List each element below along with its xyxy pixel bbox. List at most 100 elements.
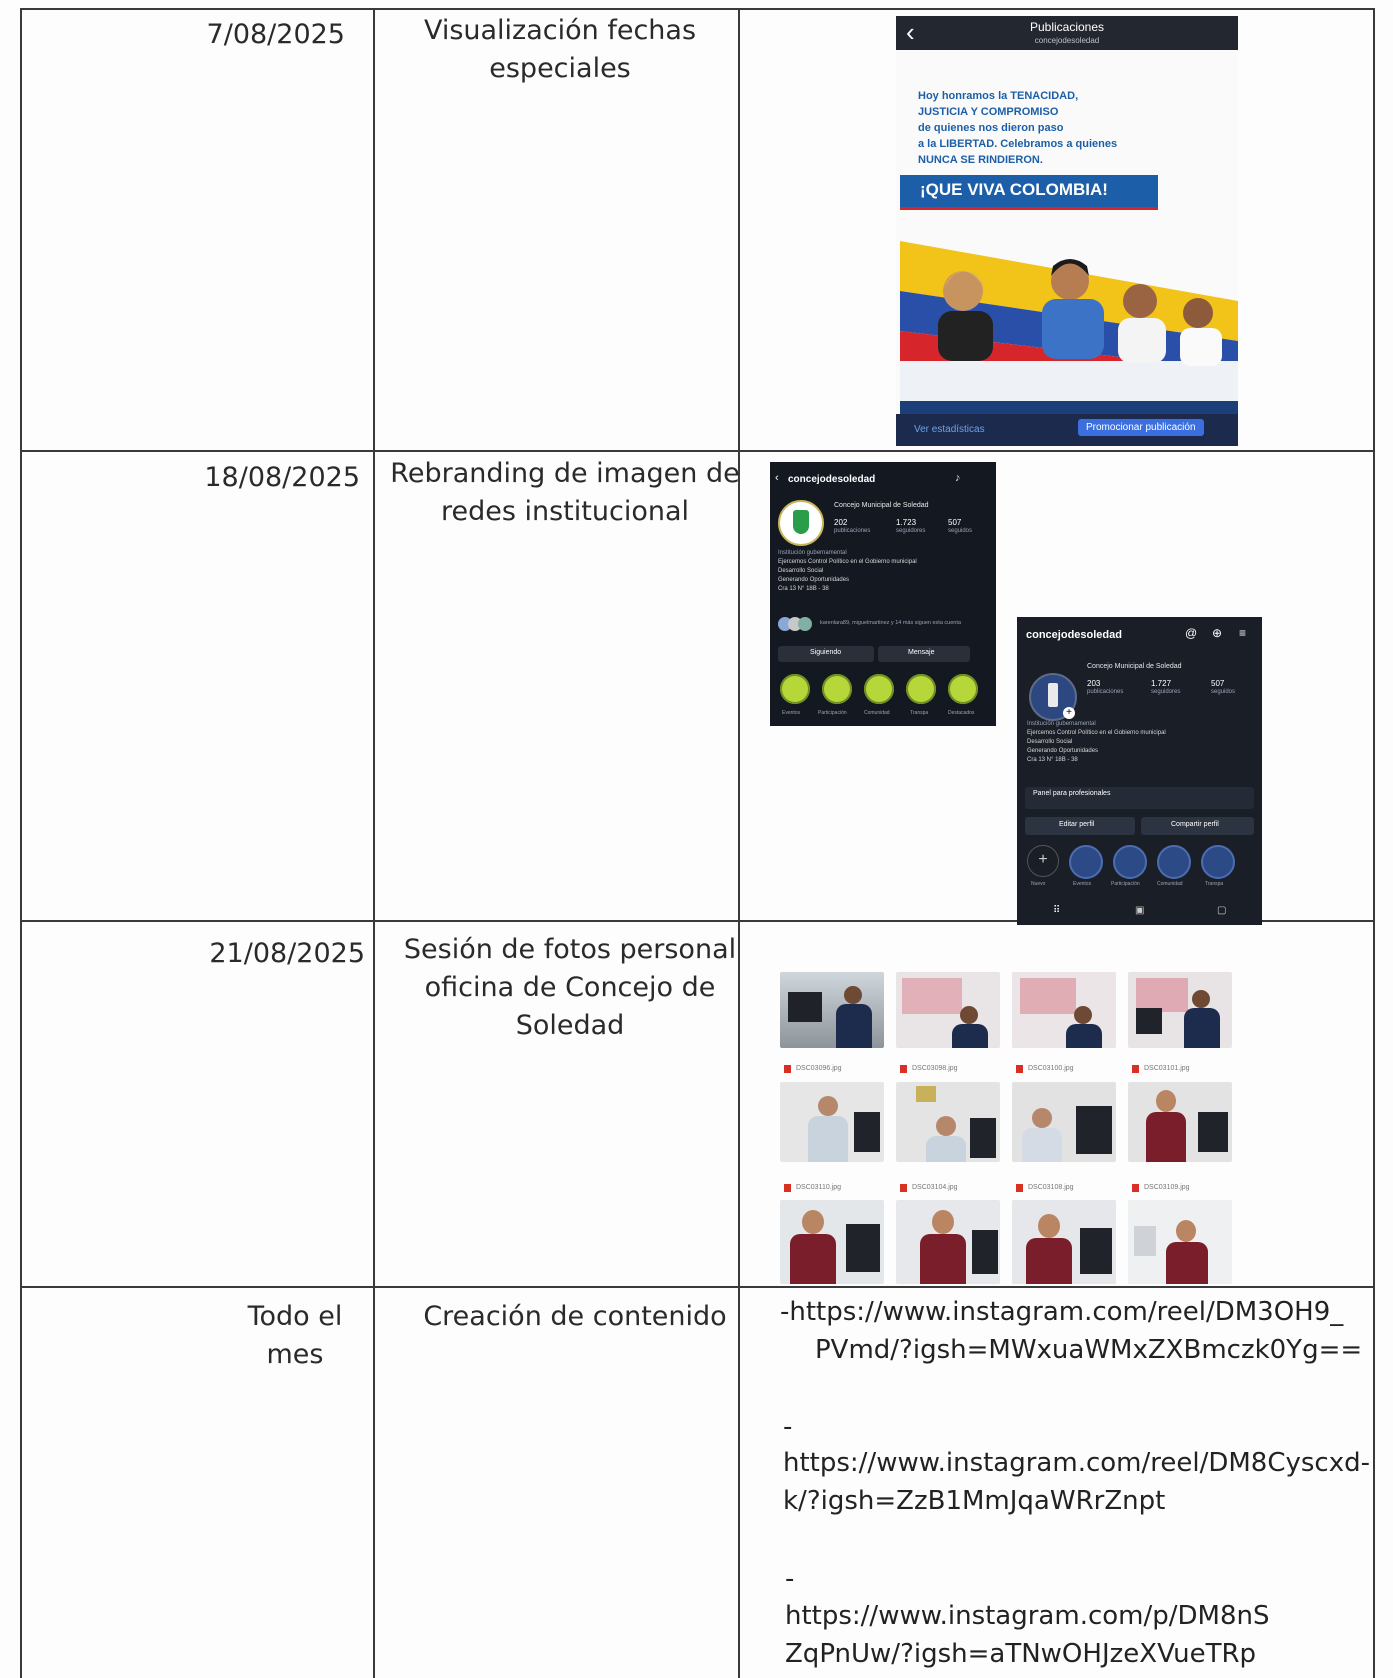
- row-3-desc-line-2: oficina de Concejo de: [424, 972, 716, 1003]
- photo-thumb[interactable]: [1128, 1200, 1232, 1284]
- professional-panel-label: Panel para profesionales: [1033, 790, 1111, 797]
- highlight-2-label: Participación: [818, 710, 847, 716]
- photo-thumb[interactable]: [896, 1200, 1000, 1284]
- highlight-transpa[interactable]: [1201, 845, 1235, 879]
- highlight-1-label: Eventos: [782, 710, 801, 716]
- highlight-4-label: Transpa: [910, 710, 929, 716]
- row-3-date: 21/08/2025: [209, 938, 365, 969]
- photo-thumb[interactable]: [1012, 972, 1116, 1048]
- row-2-desc-line-1: Rebranding de imagen de: [390, 458, 740, 489]
- share-profile-button[interactable]: Compartir perfil: [1141, 817, 1254, 835]
- profile1-bio-5: Cra 13 N° 18B - 38: [778, 586, 829, 592]
- profile1-bio-2: Ejercemos Control Político en el Gobiern…: [778, 559, 917, 565]
- grid-icon[interactable]: ⠿: [1053, 905, 1060, 916]
- menu-icon[interactable]: ≡: [1239, 626, 1246, 640]
- profile1-bio-3: Desarrollo Social: [778, 568, 824, 574]
- post-line-5: NUNCA SE RINDIERON.: [918, 154, 1043, 166]
- photo-thumb[interactable]: [1128, 972, 1232, 1048]
- profile1-username: concejodesoledad: [788, 474, 876, 485]
- follower-avatars: [778, 617, 814, 631]
- highlight-2[interactable]: [822, 674, 852, 704]
- post-header-subtitle: concejodesoledad: [1034, 36, 1100, 45]
- bell-icon[interactable]: ♪: [955, 472, 961, 484]
- highlight-comunidad[interactable]: [1157, 845, 1191, 879]
- link-3-line-1[interactable]: https://www.instagram.com/p/DM8nS: [785, 1597, 1270, 1635]
- profile1-name: Concejo Municipal de Soledad: [834, 502, 929, 509]
- image-file-icon: [1016, 1065, 1023, 1073]
- highlight-4[interactable]: [906, 674, 936, 704]
- link-1-line-1[interactable]: -https://www.instagram.com/reel/DM3OH9_: [780, 1293, 1343, 1331]
- highlight-5-label: Destacados: [948, 710, 975, 716]
- profile1-stat-followers: 1.723: [896, 518, 917, 527]
- back-icon: ‹: [775, 472, 779, 484]
- threads-icon[interactable]: @: [1185, 626, 1197, 640]
- row-1-desc-line-2: especiales: [489, 53, 631, 84]
- photo-thumb[interactable]: [1128, 1082, 1232, 1162]
- promote-post-button[interactable]: Promocionar publicación: [1078, 419, 1204, 436]
- row-3-desc-line-3: Soledad: [515, 1010, 625, 1041]
- profile1-stat-followers-label: seguidores: [896, 528, 926, 534]
- profile2-stat-posts: 203: [1087, 679, 1101, 688]
- photo-thumb[interactable]: [1012, 1200, 1116, 1284]
- new-highlight-button[interactable]: +: [1027, 845, 1059, 877]
- photo-thumb[interactable]: [780, 1082, 884, 1162]
- photo-thumb[interactable]: [896, 972, 1000, 1048]
- profile1-followed-by: karenlara89, miguelmartinez y 14 más sig…: [820, 620, 961, 626]
- professional-panel[interactable]: Panel para profesionales: [1025, 787, 1254, 809]
- add-story-icon[interactable]: +: [1063, 707, 1075, 719]
- image-file-icon: [784, 1184, 791, 1192]
- image-file-icon: [900, 1065, 907, 1073]
- row-3-desc-line-1: Sesión de fotos personal: [403, 934, 737, 965]
- edit-profile-button[interactable]: Editar perfil: [1025, 817, 1135, 835]
- profile1-bio-1: Institución gubernamental: [778, 550, 847, 556]
- colombia-flag-photo: [900, 231, 1238, 421]
- photo-filename: DSC03110.jpg: [796, 1184, 842, 1191]
- link-2-line-2[interactable]: k/?igsh=ZzB1MmJqaWRrZnpt: [783, 1482, 1165, 1520]
- link-1-line-2[interactable]: PVmd/?igsh=MWxuaWMxZXBmczk0Yg==: [815, 1331, 1362, 1369]
- highlight-5[interactable]: [948, 674, 978, 704]
- photo-filename: DSC03101.jpg: [1144, 1065, 1190, 1072]
- post-header: ‹ Publicaciones concejodesoledad: [896, 16, 1238, 50]
- post-header-title: Publicaciones: [1029, 20, 1105, 34]
- dash-2: -: [783, 1412, 793, 1442]
- message-button-label: Mensaje: [908, 649, 935, 656]
- profile2-bio-5: Cra 13 N° 18B - 38: [1027, 757, 1078, 763]
- post-line-3: de quienes nos dieron paso: [918, 122, 1064, 134]
- profile2-bio-4: Generando Oportunidades: [1027, 748, 1099, 754]
- image-file-icon: [1132, 1184, 1139, 1192]
- row-2-date: 18/08/2025: [204, 462, 360, 493]
- post-banner: ¡QUE VIVA COLOMBIA!: [900, 175, 1158, 210]
- tagged-icon[interactable]: ▢: [1217, 905, 1226, 916]
- add-icon[interactable]: ⊕: [1212, 626, 1222, 640]
- highlight-3-label: Comunidad: [864, 710, 890, 716]
- link-2-line-1[interactable]: https://www.instagram.com/reel/DM8Cyscxd…: [783, 1444, 1370, 1482]
- post-line-4: a la LIBERTAD. Celebramos a quienes: [918, 138, 1118, 150]
- photo-thumb[interactable]: [780, 972, 884, 1048]
- reels-icon[interactable]: ▣: [1135, 905, 1144, 916]
- highlight-3[interactable]: [864, 674, 894, 704]
- view-stats-link[interactable]: Ver estadísticas: [914, 424, 985, 435]
- profile2-stat-posts-label: publicaciones: [1087, 689, 1124, 695]
- profile1-stat-posts: 202: [834, 518, 848, 527]
- edit-profile-label: Editar perfil: [1059, 821, 1095, 828]
- post-banner-text: ¡QUE VIVA COLOMBIA!: [920, 180, 1108, 199]
- photo-thumb[interactable]: [780, 1200, 884, 1284]
- photo-filename: DSC03100.jpg: [1028, 1065, 1074, 1072]
- photo-thumb[interactable]: [896, 1082, 1000, 1162]
- highlight-eventos[interactable]: [1069, 845, 1103, 879]
- highlight-1[interactable]: [780, 674, 810, 704]
- photo-thumb[interactable]: [1012, 1082, 1116, 1162]
- profile1-avatar: [778, 500, 824, 546]
- row-1-date: 7/08/2025: [206, 19, 345, 50]
- photo-filename: DSC03098.jpg: [912, 1065, 958, 1072]
- post-line-1: Hoy honramos la TENACIDAD,: [918, 90, 1079, 102]
- profile2-stat-following-label: seguidos: [1211, 689, 1236, 695]
- link-3-line-2[interactable]: ZqPnUw/?igsh=aTNwOHJzeXVueTRp: [785, 1635, 1256, 1673]
- highlight-participacion[interactable]: [1113, 845, 1147, 879]
- photo-filename: DSC03108.jpg: [1028, 1184, 1074, 1191]
- profile1-stat-following: 507: [948, 518, 962, 527]
- following-button[interactable]: Siguiendo: [778, 646, 874, 662]
- message-button[interactable]: Mensaje: [878, 646, 970, 662]
- profile2-stat-following: 507: [1211, 679, 1225, 688]
- dash-3: -: [785, 1564, 795, 1594]
